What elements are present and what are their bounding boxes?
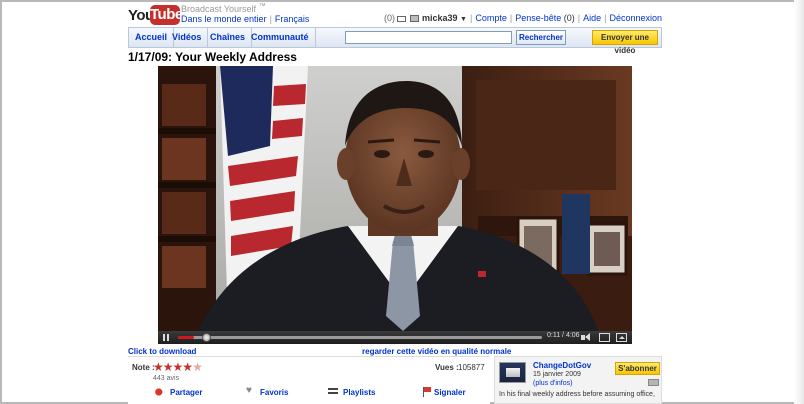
flag-link[interactable]: Signaler (434, 388, 466, 397)
upload-button[interactable]: Envoyer une vidéo (592, 30, 658, 55)
flag-icon[interactable] (422, 387, 434, 397)
quicklist-count: (0) (563, 13, 575, 23)
share-icon[interactable] (154, 387, 166, 397)
channel-avatar[interactable] (499, 362, 526, 383)
volume-icon[interactable] (581, 333, 592, 342)
logout-link[interactable]: Déconnexion (609, 13, 662, 23)
youtube-logo[interactable]: You Tube (128, 4, 183, 26)
time-display: 0:11 / 4:06 (547, 332, 580, 339)
ratings-count: 443 avis (153, 375, 180, 382)
pause-icon[interactable] (163, 334, 170, 341)
chevron-down-icon[interactable]: ▼ (460, 16, 467, 23)
star-icon[interactable]: ★ (173, 360, 184, 374)
more-info-link[interactable]: (plus d'infos) (533, 380, 572, 387)
progress-handle[interactable] (202, 333, 212, 342)
page-title: 1/17/09: Your Weekly Address (128, 50, 297, 64)
heart-icon[interactable] (246, 385, 258, 397)
player-controls: 0:11 / 4:06 (158, 331, 632, 344)
divider: | (509, 13, 513, 23)
star-icon[interactable]: ★ (163, 360, 174, 374)
channel-name[interactable]: ChangeDotGov (533, 361, 591, 370)
half-star-icon[interactable]: ★ (192, 360, 203, 374)
video-info-panel: Note : ★★★★★ 443 avis Vues : 105877 Part… (128, 356, 490, 404)
player-size-icon[interactable] (599, 333, 610, 342)
playlist-icon[interactable] (328, 388, 338, 396)
divider: | (269, 14, 272, 24)
download-link[interactable]: Click to download (128, 347, 196, 356)
frame-shadow (794, 0, 804, 404)
video-frame[interactable] (158, 66, 632, 331)
language-link[interactable]: Français (275, 14, 310, 24)
quicklist-link[interactable]: Pense-bête (515, 13, 561, 23)
channel-panel: ChangeDotGov 15 janvier 2009 (plus d'inf… (494, 356, 662, 404)
progress-fill (178, 336, 195, 339)
share-link[interactable]: Partager (170, 388, 202, 397)
video-description: In his final weekly address before assum… (499, 391, 655, 398)
search-input[interactable] (345, 31, 512, 44)
channel-icon (410, 15, 419, 23)
mail-icon[interactable] (397, 15, 406, 22)
search-button[interactable]: Rechercher (516, 30, 566, 45)
help-link[interactable]: Aide (583, 13, 601, 23)
fullscreen-icon[interactable] (616, 333, 627, 342)
trademark-mark: ™ (258, 3, 266, 10)
collapse-icon[interactable] (648, 379, 659, 386)
upload-date: 15 janvier 2009 (533, 371, 581, 378)
logo-tube-text: Tube (150, 5, 183, 25)
progress-bar[interactable] (178, 333, 542, 342)
tagline-text: Broadcast Yourself (181, 4, 257, 14)
user-bar: (0) micka39 ▼ | Compte | Pense-bête (0) | Aide |… (384, 13, 662, 23)
header-links: Dans le monde entier | Français (181, 14, 309, 24)
tab-videos[interactable]: Vidéos (166, 28, 209, 47)
video-player[interactable]: 0:11 / 4:06 (158, 66, 632, 344)
account-link[interactable]: Compte (475, 13, 507, 23)
tagline: Broadcast Yourself ™ (181, 3, 266, 14)
world-link[interactable]: Dans le monde entier (181, 14, 267, 24)
divider: | (577, 13, 581, 23)
star-icon[interactable]: ★ (182, 360, 193, 374)
rating-stars[interactable]: ★★★★★ (153, 360, 203, 374)
rating-label: Note : (132, 363, 155, 372)
subscribe-button[interactable]: S'abonner (615, 362, 660, 375)
mail-count: (0) (384, 13, 395, 23)
username[interactable]: micka39 (422, 13, 458, 23)
views-label: Vues : (435, 363, 459, 372)
views-count: 105877 (458, 363, 485, 372)
star-icon[interactable]: ★ (153, 360, 164, 374)
quality-link[interactable]: regarder cette vidéo en qualité normale (362, 347, 511, 356)
nav-bar: Accueil Vidéos Chaînes Communauté Recher… (128, 27, 662, 55)
favorites-link[interactable]: Favoris (260, 388, 288, 397)
tab-community[interactable]: Communauté (245, 28, 316, 47)
playlists-link[interactable]: Playlists (343, 388, 375, 397)
